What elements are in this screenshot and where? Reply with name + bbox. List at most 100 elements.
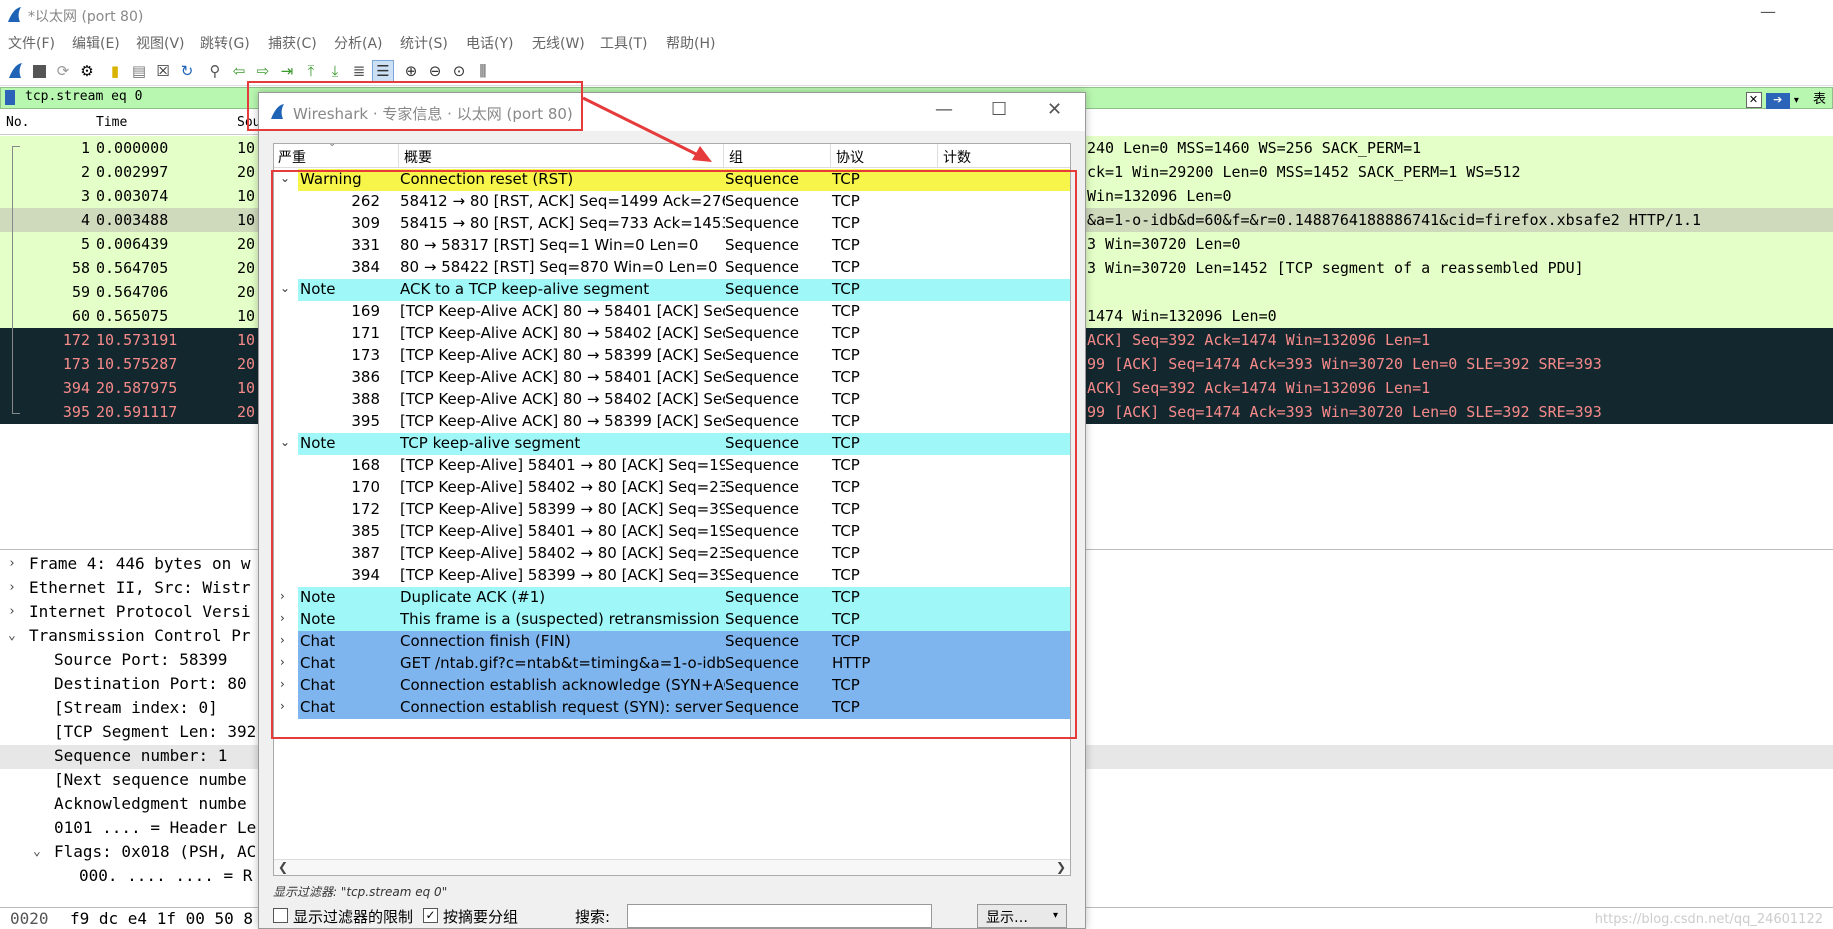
apply-filter-icon[interactable]: ➔ xyxy=(1765,93,1790,109)
packet-list-header: No. Time Sou xyxy=(0,112,260,135)
packet-time: 10.575287 xyxy=(96,355,178,373)
packet-info: ACK] Seq=392 Ack=1474 Win=132096 Len=1 xyxy=(1087,331,1431,349)
packet-time: 20.587975 xyxy=(96,379,178,397)
packet-time: 0.002997 xyxy=(96,163,169,181)
packet-time: 20.591117 xyxy=(96,403,178,421)
chevron-right-icon[interactable]: › xyxy=(8,556,16,571)
detail-text: 000. .... .... = R xyxy=(79,866,253,885)
chevron-right-icon[interactable]: › xyxy=(8,580,16,595)
zoom-out-icon[interactable]: ⊖ xyxy=(424,60,446,82)
packet-time: 0.564705 xyxy=(96,259,169,277)
detail-text: 0101 .... = Header Le xyxy=(54,818,257,837)
window-title: *以太网 (port 80) xyxy=(28,9,144,25)
menu-item[interactable]: 捕获(C) xyxy=(268,33,317,53)
show-button[interactable]: 显示… ▾ xyxy=(977,904,1067,928)
menu-item[interactable]: 跳转(G) xyxy=(200,33,250,53)
packet-info: 1474 Win=132096 Len=0 xyxy=(1087,307,1277,325)
packet-src: 20 xyxy=(237,403,256,421)
last-packet-icon[interactable]: ⤓ xyxy=(324,60,346,82)
group-by-summary-checkbox[interactable]: ✓ xyxy=(423,908,438,923)
goto-packet-icon[interactable]: ⇥ xyxy=(276,60,298,82)
packet-src: 10 xyxy=(237,139,256,157)
hex-bytes[interactable]: f9 dc e4 1f 00 50 8 xyxy=(70,909,253,928)
detail-text: [TCP Segment Len: 392 xyxy=(54,722,257,741)
packet-src: 10 xyxy=(237,331,256,349)
minimize-icon[interactable]: — xyxy=(935,99,953,120)
first-packet-icon[interactable]: ⤒ xyxy=(300,60,322,82)
scroll-left-icon[interactable]: ❮ xyxy=(278,860,288,874)
display-filter-input[interactable]: tcp.stream eq 0 xyxy=(25,89,142,104)
resize-columns-icon[interactable]: ⫼ xyxy=(472,60,494,82)
open-file-icon[interactable]: ▮ xyxy=(104,60,126,82)
menu-bar: 文件(F) 编辑(E) 视图(V) 跳转(G) 捕获(C) 分析(A) 统计(S) 电话(Y)… xyxy=(0,30,1833,54)
menu-item[interactable]: 无线(W) xyxy=(532,33,585,53)
dialog-bottom-bar: 显示过滤器的限制 ✓ 按摘要分组 搜索: 显示… ▾ xyxy=(259,903,1085,929)
expression-label[interactable]: 表 xyxy=(1813,92,1826,107)
close-icon[interactable]: ✕ xyxy=(1047,99,1062,120)
search-icon[interactable]: ⚲ xyxy=(204,60,226,82)
packet-info: ACK] Seq=392 Ack=1474 Win=132096 Len=1 xyxy=(1087,379,1431,397)
gear-icon[interactable]: ⚙ xyxy=(76,60,98,82)
packet-src: 10 xyxy=(237,379,256,397)
limit-filter-checkbox[interactable] xyxy=(273,908,288,923)
sort-chevron-icon: ⌄ xyxy=(328,143,337,149)
maximize-icon[interactable]: ☐ xyxy=(991,99,1007,120)
minimize-button[interactable]: — xyxy=(1760,2,1776,21)
clear-filter-icon[interactable]: ✕ xyxy=(1745,92,1762,108)
group-by-summary-label: 按摘要分组 xyxy=(443,908,519,926)
packet-src: 10 xyxy=(237,187,256,205)
header-summary[interactable]: 概要 xyxy=(404,147,432,167)
detail-text: Ethernet II, Src: Wistr xyxy=(29,578,251,597)
header-severity[interactable]: 严重 xyxy=(278,147,306,167)
menu-item[interactable]: 电话(Y) xyxy=(466,33,513,53)
packet-info: &a=1-o-idb&d=60&f=&r=0.1488764188886741&… xyxy=(1087,211,1702,229)
chevron-down-icon[interactable]: ⌄ xyxy=(8,628,16,643)
file-icon[interactable]: ▤ xyxy=(128,60,150,82)
close-file-icon[interactable]: ☒ xyxy=(152,60,174,82)
zoom-reset-icon[interactable]: ⊙ xyxy=(448,60,470,82)
wireshark-fin-icon xyxy=(8,7,21,22)
reload-icon[interactable]: ↻ xyxy=(176,60,198,82)
header-count[interactable]: 计数 xyxy=(943,147,971,167)
restart-icon[interactable]: ⟳ xyxy=(52,60,74,82)
menu-item[interactable]: 统计(S) xyxy=(400,33,448,53)
limit-filter-label: 显示过滤器的限制 xyxy=(293,908,414,926)
colorize-icon[interactable]: ☰ xyxy=(372,60,394,82)
horizontal-scrollbar[interactable]: ❮ ❯ xyxy=(274,859,1070,875)
shark-start-icon[interactable] xyxy=(4,60,26,82)
search-input[interactable] xyxy=(627,904,932,928)
display-filter-info: 显示过滤器: "tcp.stream eq 0" xyxy=(273,885,448,899)
stop-icon[interactable] xyxy=(28,60,50,82)
menu-item[interactable]: 帮助(H) xyxy=(666,33,715,53)
packet-time: 10.573191 xyxy=(96,331,178,349)
detail-text: Transmission Control Pr xyxy=(29,626,251,645)
autoscroll-icon[interactable]: ≣ xyxy=(348,60,370,82)
column-no[interactable]: No. xyxy=(6,115,29,130)
detail-text: Source Port: 58399 xyxy=(54,650,228,669)
header-group[interactable]: 组 xyxy=(729,147,743,167)
menu-item[interactable]: 工具(T) xyxy=(600,33,647,53)
detail-text: [Next sequence numbe xyxy=(54,770,247,789)
packet-time: 0.006439 xyxy=(96,235,169,253)
annotation-box-title xyxy=(247,81,583,131)
menu-item[interactable]: 分析(A) xyxy=(334,33,383,53)
chevron-right-icon[interactable]: › xyxy=(8,604,16,619)
packet-src: 20 xyxy=(237,283,256,301)
scroll-right-icon[interactable]: ❯ xyxy=(1056,860,1066,874)
header-protocol[interactable]: 协议 xyxy=(836,147,864,167)
back-icon[interactable]: ⇦ xyxy=(228,60,250,82)
packet-time: 0.564706 xyxy=(96,283,169,301)
filter-dropdown-icon[interactable]: ▾ xyxy=(1794,95,1799,106)
menu-item[interactable]: 编辑(E) xyxy=(72,33,120,53)
detail-text: Internet Protocol Versi xyxy=(29,602,251,621)
zoom-in-icon[interactable]: ⊕ xyxy=(400,60,422,82)
menu-item[interactable]: 视图(V) xyxy=(136,33,185,53)
menu-item[interactable]: 文件(F) xyxy=(8,33,55,53)
forward-icon[interactable]: ⇨ xyxy=(252,60,274,82)
packet-time: 0.565075 xyxy=(96,307,169,325)
search-label: 搜索: xyxy=(575,908,611,926)
packet-info: 99 [ACK] Seq=1474 Ack=393 Win=30720 Len=… xyxy=(1087,355,1602,373)
chevron-down-icon[interactable]: ⌄ xyxy=(33,844,41,859)
column-time[interactable]: Time xyxy=(96,115,127,130)
bookmark-icon[interactable] xyxy=(5,90,15,105)
